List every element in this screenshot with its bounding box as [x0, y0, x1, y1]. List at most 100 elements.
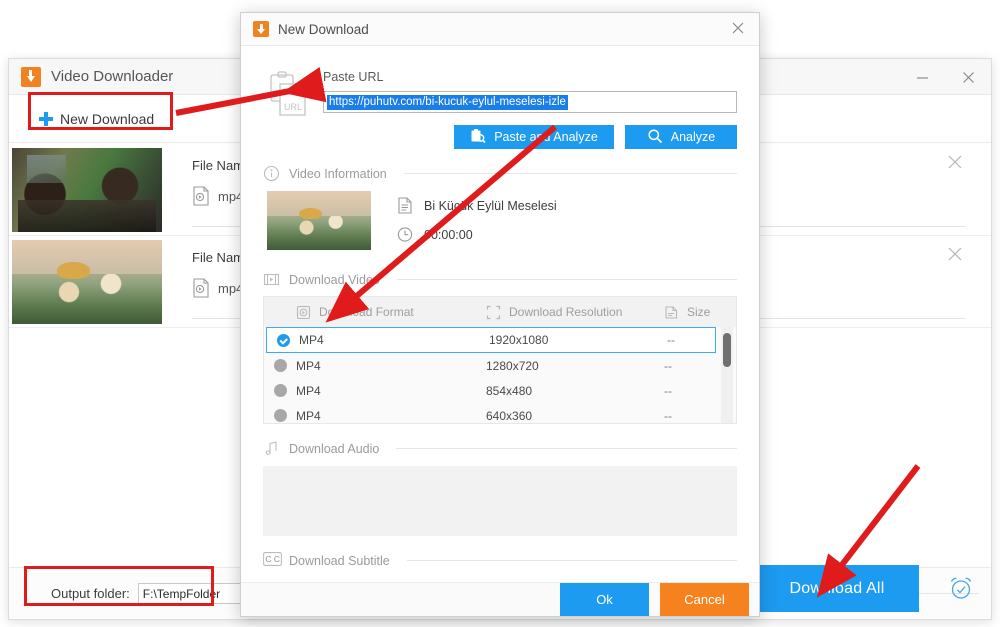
crop-frame-icon — [486, 305, 501, 320]
svg-text:URL: URL — [284, 102, 302, 112]
dialog-body: URL Paste URL https://puhutv.com/bi-kucu… — [241, 46, 759, 582]
plus-icon — [39, 112, 53, 126]
cancel-label: Cancel — [684, 592, 724, 607]
download-audio-label: Download Audio — [289, 442, 379, 456]
close-icon[interactable] — [731, 21, 747, 37]
file-size-icon — [664, 305, 679, 320]
closed-caption-icon: C C — [263, 552, 280, 569]
row-radio[interactable] — [264, 359, 296, 372]
video-information-fields: Bi Küçük Eylül Meselesi 00:00:00 — [397, 191, 557, 255]
table-row[interactable]: MP4 1280x720 -- — [264, 353, 736, 378]
svg-text:C C: C C — [265, 554, 280, 564]
video-thumbnail — [12, 148, 162, 232]
cell-format: MP4 — [296, 359, 486, 373]
row-radio[interactable] — [264, 409, 296, 422]
table-row[interactable]: MP4 854x480 -- — [264, 378, 736, 403]
new-download-button[interactable]: New Download — [31, 105, 162, 133]
dialog-footer: Ok Cancel — [241, 582, 759, 616]
output-folder-group: Output folder: — [51, 583, 254, 604]
column-header-format: Download Format — [264, 305, 486, 320]
row-radio[interactable] — [267, 334, 299, 347]
radio-unselected-icon — [274, 409, 287, 422]
ok-button[interactable]: Ok — [560, 583, 649, 616]
divider — [397, 279, 737, 280]
download-subtitle-header: C C Download Subtitle — [263, 552, 737, 569]
audio-list[interactable] — [263, 466, 737, 536]
film-icon — [263, 271, 280, 288]
video-title-row: Bi Küçük Eylül Meselesi — [397, 197, 557, 214]
cell-size: -- — [667, 333, 715, 347]
download-subtitle-label: Download Subtitle — [289, 554, 390, 568]
clock-icon — [397, 226, 413, 243]
paste-url-label: Paste URL — [323, 70, 737, 84]
column-header-size: Size — [664, 305, 736, 320]
column-header-resolution: Download Resolution — [486, 305, 664, 320]
search-icon — [647, 128, 663, 147]
video-duration-row: 00:00:00 — [397, 226, 557, 243]
close-icon[interactable] — [945, 59, 991, 95]
divider — [396, 448, 737, 449]
close-icon[interactable] — [947, 154, 965, 172]
video-thumbnail — [267, 191, 371, 250]
radio-unselected-icon — [274, 384, 287, 397]
video-information-label: Video Information — [289, 167, 387, 181]
alarm-clock-icon[interactable] — [947, 575, 975, 601]
column-header-format-label: Download Format — [319, 305, 414, 319]
music-note-icon — [263, 440, 280, 457]
ok-label: Ok — [596, 592, 613, 607]
download-arrow-logo-icon — [253, 21, 269, 37]
cell-resolution: 640x360 — [486, 409, 664, 423]
column-header-size-label: Size — [687, 305, 710, 319]
dialog-titlebar: New Download — [241, 13, 759, 46]
paste-and-analyze-label: Paste and Analyze — [494, 130, 598, 144]
download-arrow-logo-icon — [21, 67, 41, 87]
close-icon[interactable] — [947, 246, 965, 264]
clipboard-search-icon — [470, 128, 486, 147]
cancel-button[interactable]: Cancel — [660, 583, 749, 616]
analyze-button-row: Paste and Analyze Analyze — [323, 125, 737, 149]
cell-format: MP4 — [296, 409, 486, 423]
format-table-scrollbar-thumb[interactable] — [723, 333, 731, 367]
minimize-icon[interactable] — [899, 59, 945, 95]
download-video-label: Download Video — [289, 273, 380, 287]
new-download-dialog: New Download URL Paste URL — [240, 12, 760, 617]
video-file-icon — [192, 186, 210, 206]
video-file-icon — [296, 305, 311, 320]
video-duration: 00:00:00 — [424, 228, 473, 242]
clipboard-url-icon: URL — [267, 70, 309, 118]
document-icon — [397, 197, 413, 214]
table-row[interactable]: MP4 1920x1080 -- — [266, 327, 716, 353]
analyze-button[interactable]: Analyze — [625, 125, 737, 149]
download-audio-header: Download Audio — [263, 440, 737, 457]
cell-resolution: 1920x1080 — [489, 333, 667, 347]
output-folder-input[interactable] — [138, 583, 254, 604]
radio-selected-icon — [277, 334, 290, 347]
dialog-title: New Download — [278, 22, 369, 37]
video-file-icon — [192, 278, 210, 298]
new-download-label: New Download — [60, 111, 154, 127]
info-icon — [263, 165, 280, 182]
column-header-resolution-label: Download Resolution — [509, 305, 622, 319]
download-video-header: Download Video — [263, 271, 737, 288]
cell-format: MP4 — [296, 384, 486, 398]
format-table: Download Format Download Resolution — [263, 296, 737, 424]
url-input[interactable]: https://puhutv.com/bi-kucuk-eylul-mesele… — [323, 91, 737, 113]
output-folder-label: Output folder: — [51, 586, 130, 601]
screenshot-root: Video Downloader New Download File Name — [0, 0, 1000, 627]
download-all-label: Download All — [790, 580, 885, 598]
video-title: Bi Küçük Eylül Meselesi — [424, 199, 557, 213]
row-radio[interactable] — [264, 384, 296, 397]
video-information-content: Bi Küçük Eylül Meselesi 00:00:00 — [263, 191, 737, 255]
cell-resolution: 1280x720 — [486, 359, 664, 373]
cell-format: MP4 — [299, 333, 489, 347]
divider — [404, 173, 737, 174]
cell-resolution: 854x480 — [486, 384, 664, 398]
table-row[interactable]: MP4 640x360 -- — [264, 403, 736, 424]
format-table-rows: MP4 1920x1080 -- MP4 1280x720 -- MP4 854… — [264, 327, 736, 424]
paste-and-analyze-button[interactable]: Paste and Analyze — [454, 125, 614, 149]
divider — [407, 560, 737, 561]
radio-unselected-icon — [274, 359, 287, 372]
url-input-value: https://puhutv.com/bi-kucuk-eylul-mesele… — [327, 95, 568, 110]
download-all-button[interactable]: Download All — [755, 565, 919, 612]
paste-url-fields: Paste URL https://puhutv.com/bi-kucuk-ey… — [323, 70, 737, 149]
